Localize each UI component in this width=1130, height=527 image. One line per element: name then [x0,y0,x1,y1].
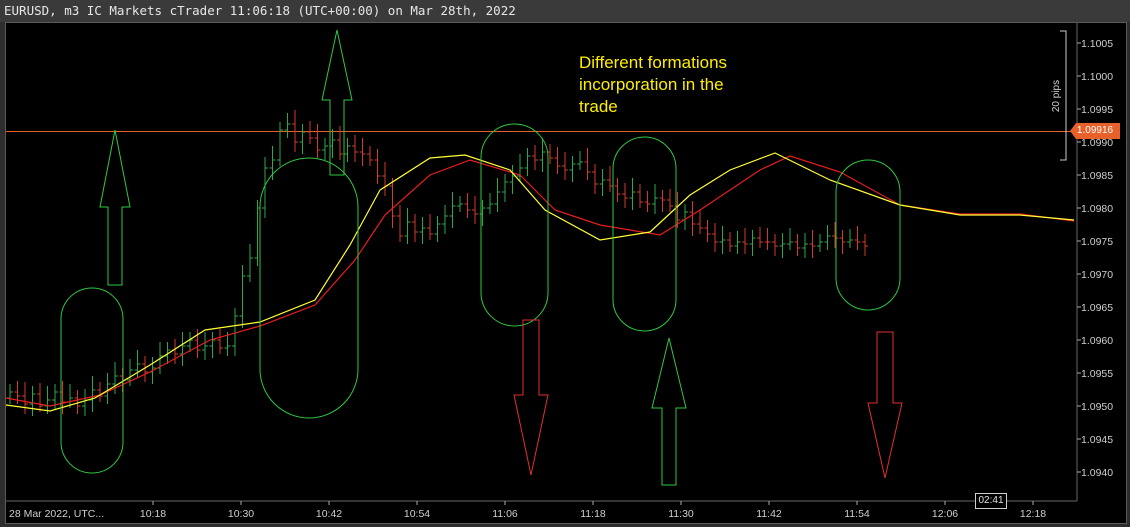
price-tick-label: 1.0975 [1081,236,1113,248]
candles [7,110,868,416]
price-tick-label: 1.0955 [1081,368,1113,380]
annotation-line-3: trade [579,97,618,116]
up-arrow-icon [99,129,131,286]
time-cursor-label: 02:41 [975,493,1007,509]
time-tick-label: 12:06 [932,508,958,520]
current-price-label: 1.09916 [1070,123,1120,139]
price-tick-label: 1.0980 [1081,203,1113,215]
price-tick-label: 1.0995 [1081,104,1113,116]
time-tick-label: 12:18 [1020,508,1046,520]
ma-slow-line [5,155,1075,407]
pips-range-label: 20 pips [1051,80,1062,112]
up-arrow-icon [651,337,687,486]
price-tick-label: 1.0950 [1081,401,1113,413]
price-tick-label: 1.0960 [1081,335,1113,347]
price-tick-label: 1.1000 [1081,71,1113,83]
ma-fast-line [5,152,1075,412]
time-tick-label: 11:18 [580,508,606,520]
annotation-line-1: Different formations [579,53,728,72]
time-tick-label: 10:42 [316,508,342,520]
time-tick-label: 11:54 [844,508,870,520]
price-tick-label: 1.0940 [1081,467,1113,479]
ctrader-window: EURUSD, m3 IC Markets cTrader 11:06:18 (… [0,0,1130,527]
price-chart[interactable]: 1.10051.10001.09951.09901.09851.09801.09… [0,0,1130,527]
time-axis-start: 28 Mar 2022, UTC... [9,508,104,520]
time-tick-label: 11:30 [668,508,694,520]
annotation-line-2: incorporation in the [579,75,724,94]
down-arrow-icon [513,319,549,476]
formation-oval [480,123,549,327]
time-tick-label: 10:30 [228,508,254,520]
time-tick-label: 11:06 [492,508,518,520]
annotation-text: Different formations incorporation in th… [579,52,779,118]
time-tick-label: 10:18 [140,508,166,520]
price-tick-label: 1.0970 [1081,269,1113,281]
time-tick-label: 11:42 [756,508,782,520]
price-tick-label: 1.0945 [1081,434,1113,446]
price-tick-label: 1.1005 [1081,38,1113,50]
price-tick-label: 1.0965 [1081,302,1113,314]
formation-oval [835,159,901,311]
formation-oval [612,136,677,332]
formation-oval [259,157,359,419]
down-arrow-icon [867,331,903,479]
price-tick-label: 1.0985 [1081,170,1113,182]
time-tick-label: 10:54 [404,508,430,520]
